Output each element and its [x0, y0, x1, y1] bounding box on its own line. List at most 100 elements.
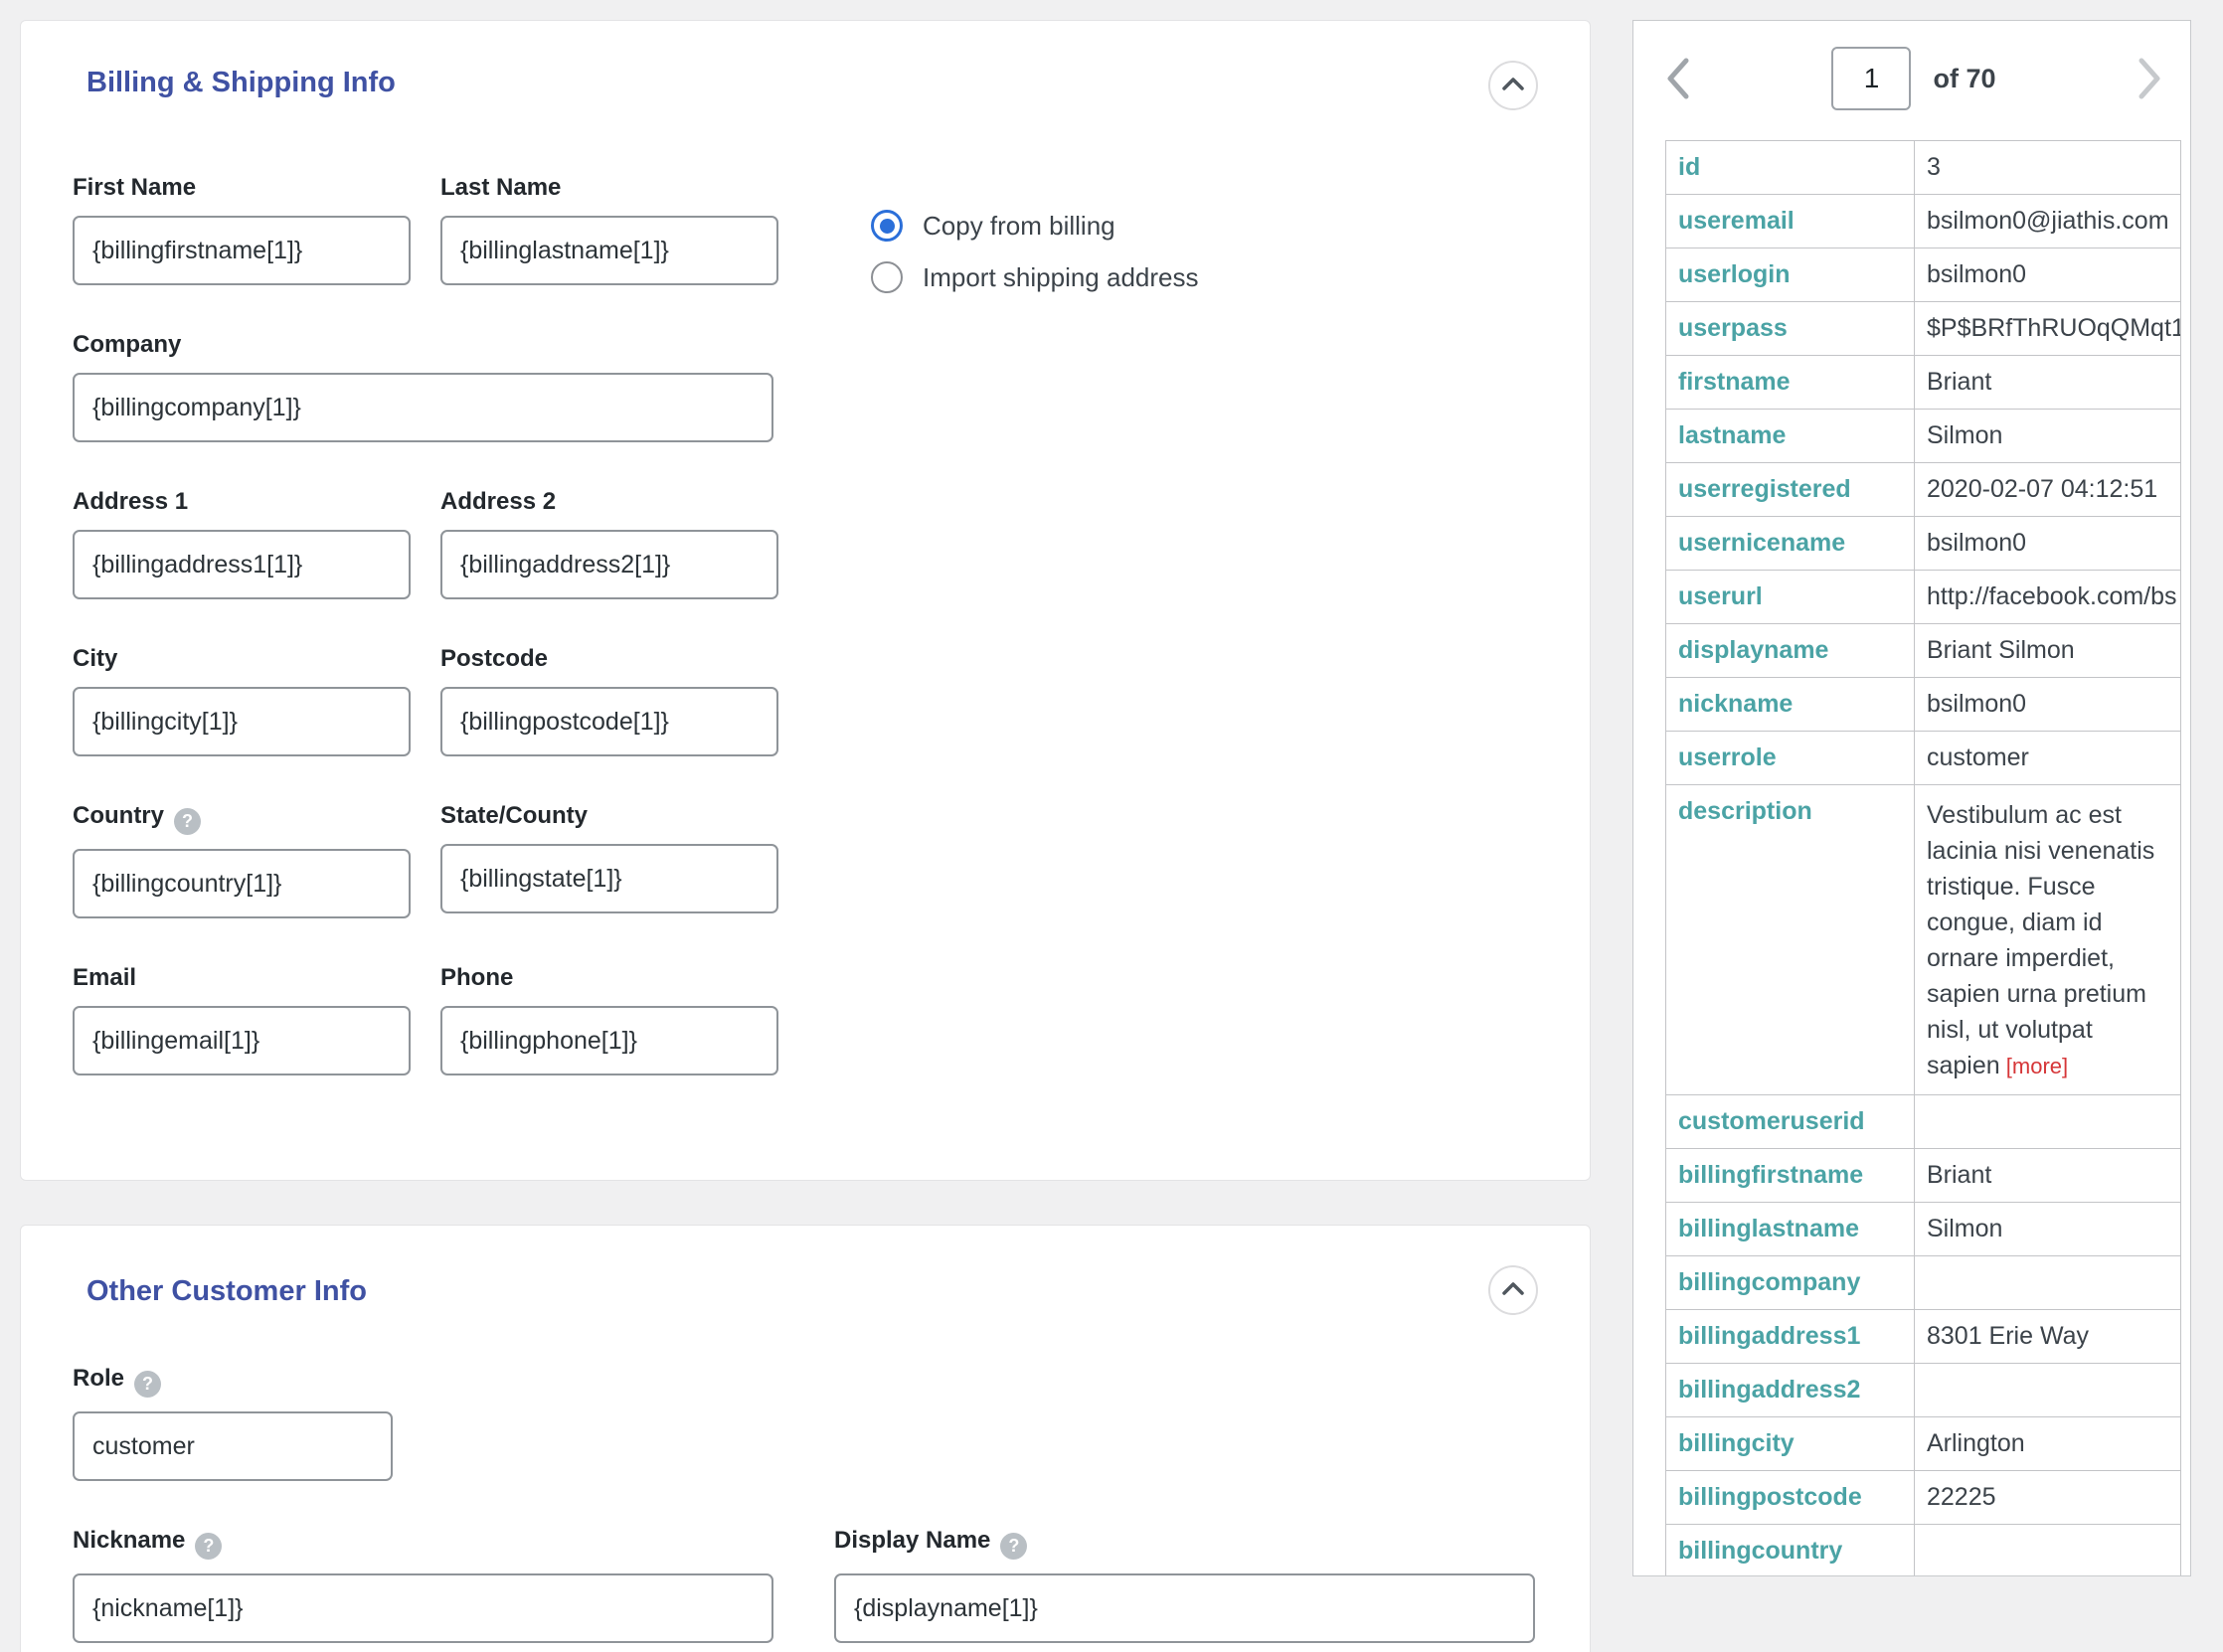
record-count-label: of 70	[1933, 64, 1995, 94]
field-country: Country?	[73, 802, 411, 918]
nickname-input[interactable]	[73, 1573, 773, 1643]
row-value: Silmon	[1915, 410, 2181, 463]
field-display-name: Display Name?	[834, 1527, 1535, 1643]
row-key: description	[1666, 785, 1915, 1095]
state-input[interactable]	[440, 844, 778, 913]
field-state: State/County	[440, 802, 778, 918]
chevron-left-icon	[1663, 89, 1691, 104]
company-input[interactable]	[73, 373, 773, 442]
billing-copy-radio-group: Copy from billing Import shipping addres…	[871, 210, 1198, 293]
previous-record-button[interactable]	[1663, 56, 1691, 101]
row-value: http://facebook.com/bs	[1915, 571, 2181, 624]
row-key: billingaddress1	[1666, 1310, 1915, 1364]
row-key: billingcity	[1666, 1417, 1915, 1471]
radio-label: Import shipping address	[923, 262, 1198, 293]
row-key: billingaddress2	[1666, 1364, 1915, 1417]
row-value: Arlington	[1915, 1417, 2181, 1471]
row-key: billingcompany	[1666, 1256, 1915, 1310]
city-input[interactable]	[73, 687, 411, 756]
first-name-input[interactable]	[73, 216, 411, 285]
row-value: 22225	[1915, 1471, 2181, 1525]
row-key: userregistered	[1666, 463, 1915, 517]
last-name-input[interactable]	[440, 216, 778, 285]
table-row: userpass$P$BRfThRUOqQMqt1	[1666, 302, 2181, 356]
field-address1: Address 1	[73, 488, 411, 599]
record-number-input[interactable]	[1831, 47, 1911, 110]
table-row: customeruserid	[1666, 1095, 2181, 1149]
row-key: id	[1666, 141, 1915, 195]
other-collapse-button[interactable]	[1488, 1265, 1538, 1315]
phone-input[interactable]	[440, 1006, 778, 1075]
row-value	[1915, 1095, 2181, 1149]
field-address2: Address 2	[440, 488, 778, 599]
help-icon[interactable]: ?	[195, 1533, 222, 1560]
row-key: firstname	[1666, 356, 1915, 410]
table-row: usernicenamebsilmon0	[1666, 517, 2181, 571]
row-value: 8301 Erie Way	[1915, 1310, 2181, 1364]
field-label: Address 1	[73, 488, 411, 516]
row-value: bsilmon0	[1915, 517, 2181, 571]
row-key: nickname	[1666, 678, 1915, 732]
record-preview-table: id3useremailbsilmon0@jiathis.comuserlogi…	[1665, 140, 2181, 1576]
radio-import-shipping-address[interactable]: Import shipping address	[871, 261, 1198, 293]
field-role: Role?	[73, 1365, 393, 1481]
postcode-input[interactable]	[440, 687, 778, 756]
field-nickname: Nickname?	[73, 1527, 773, 1643]
chevron-up-icon	[1501, 77, 1525, 94]
display-name-input[interactable]	[834, 1573, 1535, 1643]
country-input[interactable]	[73, 849, 411, 918]
email-input[interactable]	[73, 1006, 411, 1075]
table-row: nicknamebsilmon0	[1666, 678, 2181, 732]
field-label: Last Name	[440, 174, 778, 202]
row-key: billingcountry	[1666, 1525, 1915, 1577]
chevron-up-icon	[1501, 1281, 1525, 1299]
help-icon[interactable]: ?	[174, 808, 201, 835]
row-value	[1915, 1525, 2181, 1577]
field-label: Country?	[73, 802, 411, 835]
radio-unselected-icon	[871, 261, 903, 293]
field-label: State/County	[440, 802, 778, 830]
record-preview-panel: of 70 id3useremailbsilmon0@jiathis.comus…	[1632, 20, 2191, 1576]
next-record-button[interactable]	[2137, 56, 2164, 101]
role-input[interactable]	[73, 1411, 393, 1481]
row-value: Briant Silmon	[1915, 624, 2181, 678]
row-value: $P$BRfThRUOqQMqt1	[1915, 302, 2181, 356]
table-row: billingcityArlington	[1666, 1417, 2181, 1471]
address1-input[interactable]	[73, 530, 411, 599]
page: Billing & Shipping Info Copy from billin…	[0, 0, 2223, 1652]
other-customer-panel: Other Customer Info Role? Nickname? Disp…	[20, 1225, 1591, 1652]
record-pager: of 70	[1633, 21, 2190, 110]
row-value: 2020-02-07 04:12:51	[1915, 463, 2181, 517]
table-row: userloginbsilmon0	[1666, 248, 2181, 302]
field-city: City	[73, 645, 411, 756]
field-label: Postcode	[440, 645, 778, 673]
radio-copy-from-billing[interactable]: Copy from billing	[871, 210, 1198, 242]
other-panel-title: Other Customer Info	[86, 1273, 1534, 1309]
field-label: Email	[73, 964, 411, 992]
table-row: billingpostcode22225	[1666, 1471, 2181, 1525]
table-row: userrolecustomer	[1666, 732, 2181, 785]
help-icon[interactable]: ?	[134, 1371, 161, 1398]
field-phone: Phone	[440, 964, 778, 1075]
row-key: billinglastname	[1666, 1203, 1915, 1256]
row-key: usernicename	[1666, 517, 1915, 571]
chevron-right-icon	[2137, 89, 2164, 104]
row-value: bsilmon0	[1915, 678, 2181, 732]
row-key: customeruserid	[1666, 1095, 1915, 1149]
field-label: Phone	[440, 964, 778, 992]
table-row: billingcompany	[1666, 1256, 2181, 1310]
table-row: firstnameBriant	[1666, 356, 2181, 410]
table-row: userurlhttp://facebook.com/bs	[1666, 571, 2181, 624]
billing-collapse-button[interactable]	[1488, 61, 1538, 110]
help-icon[interactable]: ?	[1000, 1533, 1027, 1560]
preview-table-body: id3useremailbsilmon0@jiathis.comuserlogi…	[1666, 141, 2181, 1577]
field-label: Display Name?	[834, 1527, 1535, 1560]
row-key: lastname	[1666, 410, 1915, 463]
billing-panel-title: Billing & Shipping Info	[86, 65, 1534, 100]
address2-input[interactable]	[440, 530, 778, 599]
row-value: Briant	[1915, 1149, 2181, 1203]
field-postcode: Postcode	[440, 645, 778, 756]
more-link[interactable]: [more]	[2000, 1054, 2068, 1078]
table-row: billingaddress18301 Erie Way	[1666, 1310, 2181, 1364]
table-row: billingfirstnameBriant	[1666, 1149, 2181, 1203]
